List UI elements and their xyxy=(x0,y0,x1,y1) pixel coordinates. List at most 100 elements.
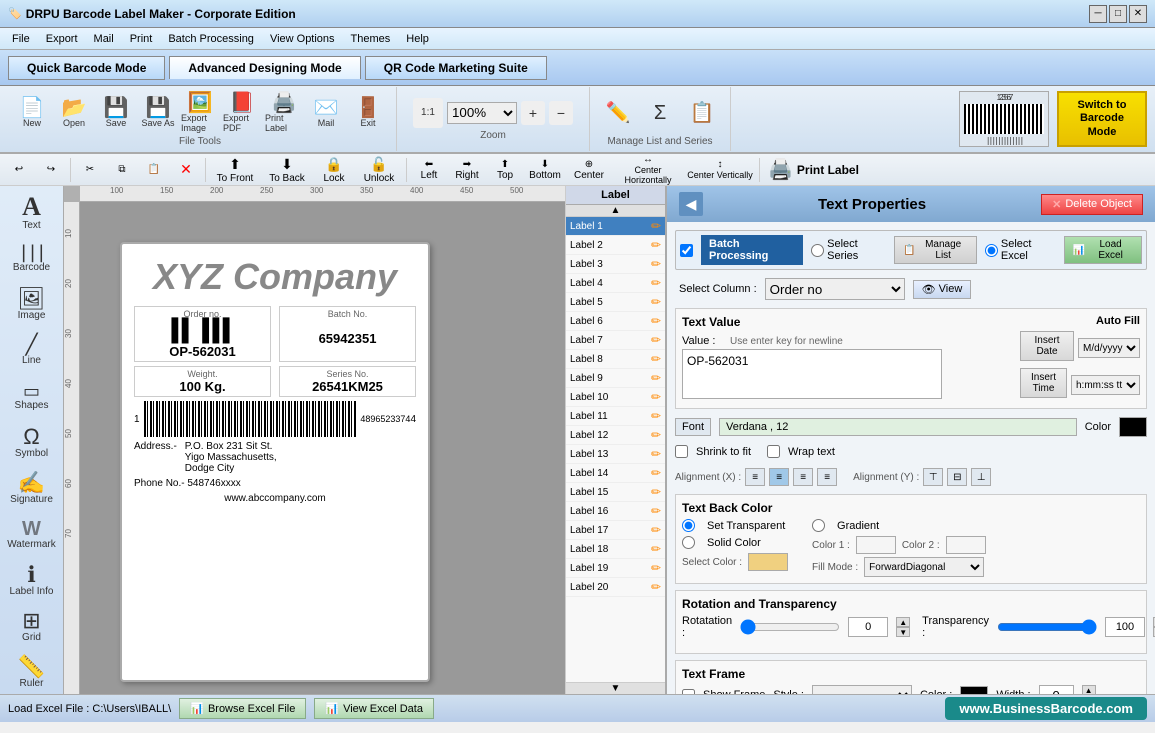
label-list-item-20[interactable]: Label 20✏ xyxy=(566,578,665,597)
align-top-text-btn[interactable]: ⊤ xyxy=(923,468,943,486)
label-list-item-14[interactable]: Label 14✏ xyxy=(566,464,665,483)
label-list-item-1[interactable]: Label 1 ✏ xyxy=(566,217,665,236)
sidebar-item-grid[interactable]: ⊞ Grid xyxy=(4,604,60,648)
transparency-slider[interactable] xyxy=(997,619,1097,635)
rotation-spinner[interactable]: ▲ ▼ xyxy=(896,617,910,637)
sidebar-item-image[interactable]: 🖼 Image xyxy=(4,282,60,326)
menu-export[interactable]: Export xyxy=(38,31,86,47)
label-list-item-8[interactable]: Label 8✏ xyxy=(566,350,665,369)
delete-button[interactable]: ✕ xyxy=(171,157,201,183)
tab-advanced-designing[interactable]: Advanced Designing Mode xyxy=(169,56,360,79)
align-center-text-btn[interactable]: ≡ xyxy=(769,468,789,486)
wrap-text-checkbox[interactable] xyxy=(767,445,780,458)
sidebar-item-barcode[interactable]: ||| Barcode xyxy=(4,236,60,280)
select-column-dropdown[interactable]: Order no Batch No Weight xyxy=(765,278,905,300)
cut-button[interactable]: ✂ xyxy=(75,157,105,183)
export-pdf-button[interactable]: 📕Export PDF xyxy=(222,92,262,134)
view-button[interactable]: 👁 View xyxy=(913,280,972,299)
save-as-button[interactable]: 💾Save As xyxy=(138,92,178,134)
undo-button[interactable]: ↩ xyxy=(4,157,34,183)
label-list-item-18[interactable]: Label 18✏ xyxy=(566,540,665,559)
solid-color-radio[interactable] xyxy=(682,536,695,549)
rotation-up[interactable]: ▲ xyxy=(896,617,910,627)
align-bottom-button[interactable]: ⬇Bottom xyxy=(525,157,565,183)
label-list-item-10[interactable]: Label 10✏ xyxy=(566,388,665,407)
list-scroll-down[interactable]: ▼ xyxy=(566,682,665,694)
time-format-select[interactable]: h:mm:ss tt xyxy=(1071,375,1140,395)
design-canvas[interactable]: XYZ Company Order no. ▌▌ ▌▌▌ OP-562031 B… xyxy=(80,202,565,694)
edit-tool[interactable]: ✏️ xyxy=(598,92,638,134)
align-center-button[interactable]: ⊕Center xyxy=(567,157,611,183)
align-left-button[interactable]: ⬅Left xyxy=(411,157,447,183)
date-format-select[interactable]: M/d/yyyy xyxy=(1078,338,1140,358)
align-right-text-btn[interactable]: ≡ xyxy=(793,468,813,486)
align-justify-text-btn[interactable]: ≡ xyxy=(817,468,837,486)
sidebar-item-watermark[interactable]: W Watermark xyxy=(4,512,60,556)
list-scroll-up[interactable]: ▲ xyxy=(566,205,665,217)
menu-print[interactable]: Print xyxy=(122,31,161,47)
label-list-item-13[interactable]: Label 13✏ xyxy=(566,445,665,464)
select-excel-radio[interactable] xyxy=(985,244,998,257)
lock-button[interactable]: 🔒Lock xyxy=(314,157,354,183)
batch-processing-checkbox[interactable] xyxy=(680,244,693,257)
label-list-item-17[interactable]: Label 17✏ xyxy=(566,521,665,540)
label-list-item-19[interactable]: Label 19✏ xyxy=(566,559,665,578)
list-tool[interactable]: 📋 xyxy=(682,92,722,134)
label-list-item-15[interactable]: Label 15✏ xyxy=(566,483,665,502)
fill-mode-select[interactable]: ForwardDiagonal BackwardDiagonal Horizon… xyxy=(864,557,984,577)
maximize-button[interactable]: □ xyxy=(1109,5,1127,23)
label-list-item-16[interactable]: Label 16✏ xyxy=(566,502,665,521)
menu-view-options[interactable]: View Options xyxy=(262,31,343,47)
align-left-text-btn[interactable]: ≡ xyxy=(745,468,765,486)
shrink-to-fit-checkbox[interactable] xyxy=(675,445,688,458)
sidebar-item-shapes[interactable]: ▭ Shapes xyxy=(4,374,60,418)
center-h-button[interactable]: ↔Center Horizontally xyxy=(613,157,683,183)
sidebar-item-text[interactable]: A Text xyxy=(4,190,60,234)
close-button[interactable]: ✕ xyxy=(1129,5,1147,23)
align-bottom-text-btn[interactable]: ⊥ xyxy=(971,468,991,486)
menu-file[interactable]: File xyxy=(4,31,38,47)
text-value-input[interactable]: OP-562031 xyxy=(682,349,942,399)
select-color-picker[interactable] xyxy=(748,553,788,571)
gradient-radio[interactable] xyxy=(812,519,825,532)
zoom-select[interactable]: 100%50%150%200% xyxy=(447,102,517,124)
zoom-out-button[interactable]: − xyxy=(549,101,573,125)
label-list-item-4[interactable]: Label 4✏ xyxy=(566,274,665,293)
menu-mail[interactable]: Mail xyxy=(86,31,122,47)
frame-width-spinner[interactable]: ▲ ▼ xyxy=(1082,685,1096,694)
frame-color-picker[interactable] xyxy=(960,686,988,694)
minimize-button[interactable]: ─ xyxy=(1089,5,1107,23)
to-front-button[interactable]: ⬆To Front xyxy=(210,157,260,183)
sidebar-item-line[interactable]: ╱ Line xyxy=(4,328,60,372)
zoom-in-button[interactable]: + xyxy=(521,101,545,125)
print-label-button[interactable]: 🖨️Print Label xyxy=(264,92,304,134)
mail-button[interactable]: ✉️Mail xyxy=(306,92,346,134)
tab-quick-barcode[interactable]: Quick Barcode Mode xyxy=(8,56,165,80)
insert-date-button[interactable]: Insert Date xyxy=(1020,331,1074,361)
rotation-slider[interactable] xyxy=(740,619,840,635)
switch-to-barcode-button[interactable]: Switch to Barcode Mode xyxy=(1057,91,1147,147)
paste-button[interactable]: 📋 xyxy=(139,157,169,183)
center-v-button[interactable]: ↕Center Vertically xyxy=(685,157,755,183)
copy-button[interactable]: ⧉ xyxy=(107,157,137,183)
sidebar-item-symbol[interactable]: Ω Symbol xyxy=(4,420,60,464)
show-frame-checkbox[interactable] xyxy=(682,689,695,695)
exit-button[interactable]: 🚪Exit xyxy=(348,92,388,134)
transparency-input[interactable] xyxy=(1105,617,1145,637)
color2-picker[interactable] xyxy=(946,536,986,554)
view-excel-button[interactable]: 📊 View Excel Data xyxy=(314,698,434,719)
label-list-item-12[interactable]: Label 12✏ xyxy=(566,426,665,445)
rotation-input[interactable] xyxy=(848,617,888,637)
insert-time-button[interactable]: Insert Time xyxy=(1020,368,1067,398)
menu-themes[interactable]: Themes xyxy=(343,31,399,47)
label-list-item-11[interactable]: Label 11✏ xyxy=(566,407,665,426)
zoom-ratio-button[interactable]: 1:1 xyxy=(413,98,443,128)
frame-width-input[interactable] xyxy=(1039,685,1074,694)
menu-batch[interactable]: Batch Processing xyxy=(160,31,262,47)
sidebar-item-label-info[interactable]: ℹ Label Info xyxy=(4,558,60,602)
unlock-button[interactable]: 🔓Unlock xyxy=(356,157,402,183)
align-middle-text-btn[interactable]: ⊟ xyxy=(947,468,967,486)
back-button[interactable]: ◀ xyxy=(679,192,703,216)
frame-style-select[interactable]: ────────── - - - - - - ··········· xyxy=(812,685,912,694)
align-top-button[interactable]: ⬆Top xyxy=(487,157,523,183)
